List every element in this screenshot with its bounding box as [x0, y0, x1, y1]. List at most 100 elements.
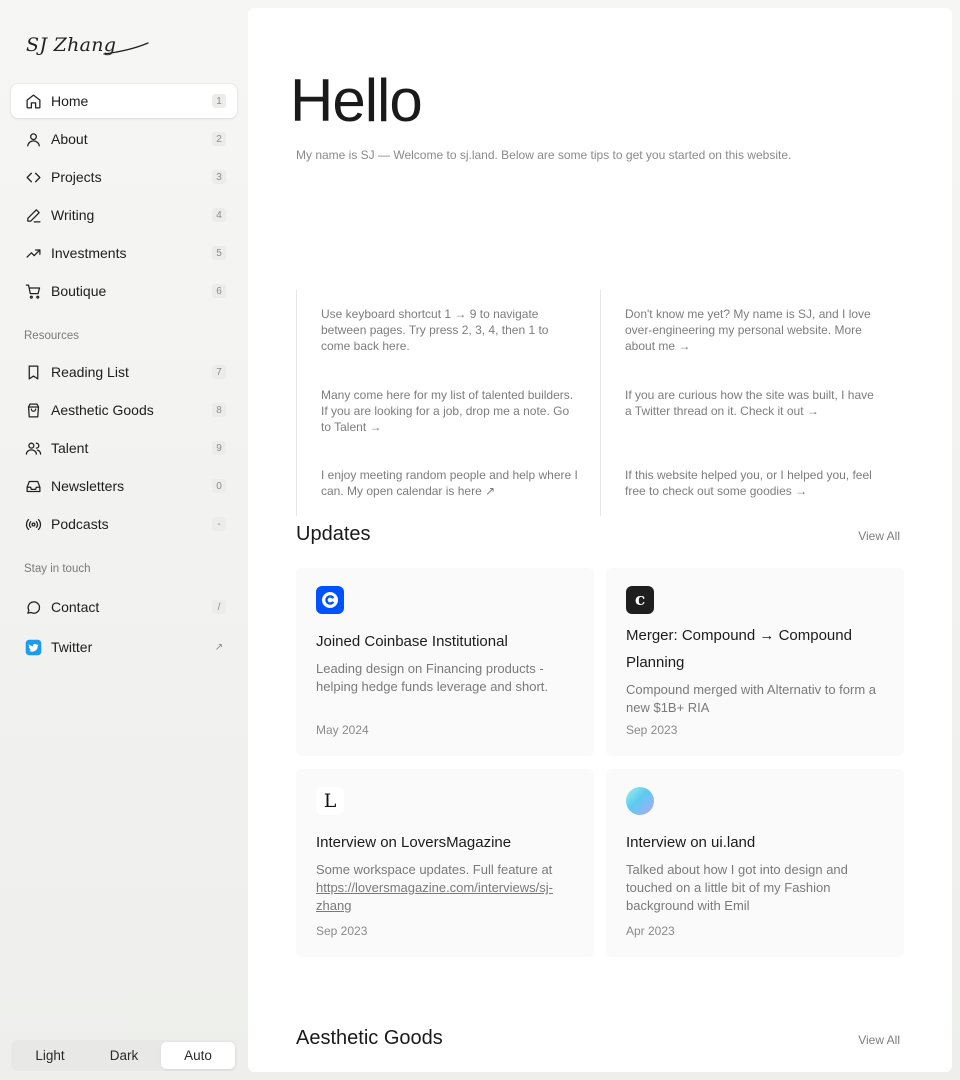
cart-icon: [24, 282, 42, 300]
home-icon: [24, 92, 42, 110]
update-date: May 2024: [316, 723, 369, 737]
nav-label: Investments: [51, 245, 127, 261]
update-title: Interview on LoversMagazine: [316, 834, 512, 851]
nav-label: Twitter: [51, 639, 93, 655]
shortcut-key: 1: [212, 94, 226, 108]
resources-heading: Resources: [24, 330, 79, 342]
update-description: Leading design on Financing products - h…: [316, 661, 549, 694]
nav-item-newsletters[interactable]: Newsletters 0: [11, 469, 237, 503]
nav-item-twitter[interactable]: Twitter ↗: [11, 630, 237, 664]
nav-label: About: [51, 131, 88, 147]
theme-dark-button[interactable]: Dark: [87, 1042, 161, 1069]
nav-label: Newsletters: [51, 478, 125, 494]
nav-item-investments[interactable]: Investments 5: [11, 236, 237, 270]
nav-label: Boutique: [51, 283, 107, 299]
update-card[interactable]: Interview on ui.land Talked about how I …: [606, 769, 904, 957]
code-icon: [24, 168, 42, 186]
tip-about-me[interactable]: Don't know me yet? My name is SJ, and I …: [625, 306, 883, 354]
loversmagazine-logo-icon: L: [316, 787, 344, 815]
trending-up-icon: [24, 244, 42, 262]
tips-grid: Use keyboard shortcut 1 → 9 to navigate …: [296, 290, 904, 516]
shortcut-key: 9: [212, 441, 226, 455]
nav-item-reading-list[interactable]: Reading List 7: [11, 355, 237, 389]
message-circle-icon: [24, 598, 42, 616]
pen-icon: [24, 206, 42, 224]
shortcut-key: 8: [212, 403, 226, 417]
update-title: Merger: Compound → Compound Planning: [626, 627, 852, 671]
tip-open-calendar[interactable]: I enjoy meeting random people and help w…: [321, 467, 579, 499]
signature-flourish: [103, 42, 149, 55]
broadcast-icon: [24, 515, 42, 533]
updates-view-all-link[interactable]: View All: [858, 529, 900, 543]
nav-label: Contact: [51, 599, 100, 615]
tip-keyboard-shortcut: Use keyboard shortcut 1 → 9 to navigate …: [321, 307, 549, 353]
sidebar: SJ Zhang Home 1 About 2 Projects 3 Writi…: [0, 0, 248, 1080]
goods-view-all-link[interactable]: View All: [858, 1033, 900, 1047]
shortcut-key: /: [212, 600, 226, 614]
tips-column-right: Don't know me yet? My name is SJ, and I …: [600, 290, 904, 516]
update-description-text: Some workspace updates. Full feature at: [316, 862, 553, 877]
logo-letter: L: [323, 789, 337, 812]
nav-label: Podcasts: [51, 516, 109, 532]
update-card[interactable]: c Merger: Compound → Compound Planning C…: [606, 568, 904, 756]
nav-item-talent[interactable]: Talent 9: [11, 431, 237, 465]
user-icon: [24, 130, 42, 148]
updates-heading: Updates: [296, 523, 371, 545]
nav-item-boutique[interactable]: Boutique 6: [11, 274, 237, 308]
tip-twitter-thread[interactable]: If you are curious how the site was buil…: [625, 387, 883, 419]
twitter-icon: [24, 638, 42, 656]
bookmark-icon: [24, 363, 42, 381]
nav-item-projects[interactable]: Projects 3: [11, 160, 237, 194]
nav-item-aesthetic-goods[interactable]: Aesthetic Goods 8: [11, 393, 237, 427]
nav-label: Home: [51, 93, 89, 109]
shortcut-key: 0: [212, 479, 226, 493]
nav-item-about[interactable]: About 2: [11, 122, 237, 156]
external-link-icon: ↗: [214, 641, 224, 653]
site-logo[interactable]: SJ Zhang: [24, 30, 154, 64]
shopping-bag-icon: [24, 401, 42, 419]
tip-goodies[interactable]: If this website helped you, or I helped …: [625, 467, 883, 499]
stay-in-touch-heading: Stay in touch: [24, 563, 91, 575]
update-title: Interview on ui.land: [626, 834, 756, 851]
update-date: Sep 2023: [626, 723, 678, 737]
nav-label: Aesthetic Goods: [51, 402, 154, 418]
inbox-icon: [24, 477, 42, 495]
nav-label: Reading List: [51, 364, 129, 380]
shortcut-key: 2: [212, 132, 226, 146]
shortcut-key: 4: [212, 208, 226, 222]
uiland-logo-icon: [626, 787, 654, 815]
shortcut-key: 6: [212, 284, 226, 298]
update-date: Sep 2023: [316, 924, 368, 938]
update-description: Compound merged with Alternativ to form …: [626, 682, 877, 715]
coinbase-logo-icon: [316, 586, 344, 614]
theme-light-button[interactable]: Light: [13, 1042, 87, 1069]
shortcut-key: 5: [212, 246, 226, 260]
update-description: Some workspace updates. Full feature at …: [316, 861, 578, 915]
compound-logo-icon: c: [626, 586, 654, 614]
nav-label: Projects: [51, 169, 102, 185]
nav-item-contact[interactable]: Contact /: [11, 590, 237, 624]
nav-label: Talent: [51, 440, 89, 456]
shortcut-key: 3: [212, 170, 226, 184]
tips-column-left: Use keyboard shortcut 1 → 9 to navigate …: [296, 290, 600, 516]
aesthetic-goods-heading: Aesthetic Goods: [296, 1027, 443, 1049]
update-title: Joined Coinbase Institutional: [316, 633, 508, 650]
shortcut-key: 7: [212, 365, 226, 379]
theme-auto-button[interactable]: Auto: [161, 1042, 235, 1069]
tip-talent[interactable]: Many come here for my list of talented b…: [321, 387, 579, 435]
nav-label: Writing: [51, 207, 95, 223]
page-title: Hello: [290, 67, 423, 134]
main-content: Hello My name is SJ — Welcome to sj.land…: [248, 8, 952, 1072]
nav-item-podcasts[interactable]: Podcasts -: [11, 507, 237, 541]
users-icon: [24, 439, 42, 457]
interview-link[interactable]: https://loversmagazine.com/interviews/sj…: [316, 880, 553, 913]
update-description: Talked about how I got into design and t…: [626, 862, 848, 913]
theme-switcher: Light Dark Auto: [11, 1040, 237, 1071]
update-card[interactable]: Joined Coinbase Institutional Leading de…: [296, 568, 594, 756]
intro-text: My name is SJ — Welcome to sj.land. Belo…: [296, 148, 792, 162]
nav-item-writing[interactable]: Writing 4: [11, 198, 237, 232]
shortcut-key: -: [212, 517, 226, 531]
update-date: Apr 2023: [626, 924, 675, 938]
nav-item-home[interactable]: Home 1: [11, 84, 237, 118]
update-card[interactable]: L Interview on LoversMagazine Some works…: [296, 769, 594, 957]
